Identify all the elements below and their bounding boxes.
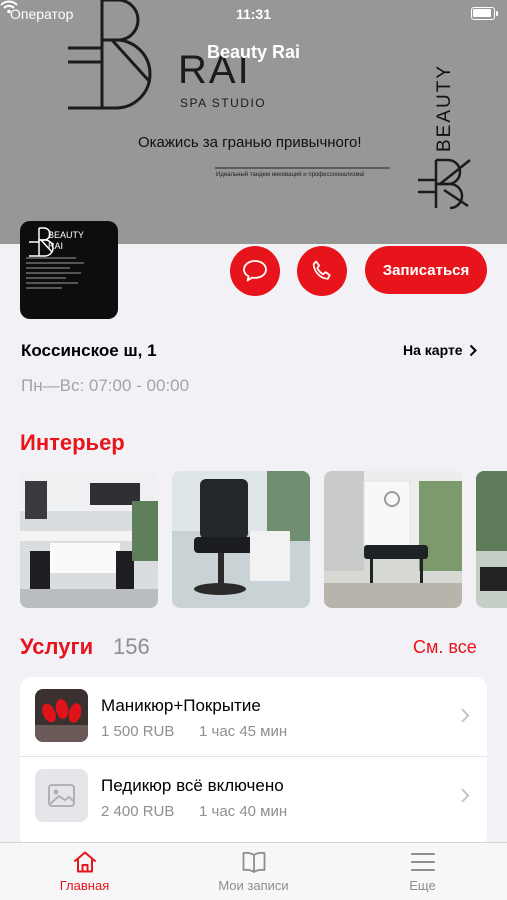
working-hours: Пн—Вс: 07:00 - 00:00 [21,376,190,395]
address-label: Коссинское ш, 1 [21,341,157,360]
status-time: 11:31 [235,6,272,22]
interior-photo[interactable] [172,471,310,608]
salon-logo: BEAUTY RAI [20,221,118,319]
page-title: Beauty Rai [206,42,301,62]
manicure-photo [35,689,88,742]
services-section-title: Услуги [20,634,94,659]
tab-more-label: Еще [409,878,436,893]
menu-icon [411,853,435,871]
book-appointment-button[interactable]: Записаться [365,246,487,294]
message-button[interactable] [230,246,280,296]
services-count: 156 [113,634,150,659]
tab-bar: Главная Мои записи Еще [0,842,507,900]
service-name: Маникюр+Покрытие [101,696,261,715]
chevron-right-icon [461,788,470,803]
service-duration: 1 час 45 мин [199,723,288,740]
service-duration: 1 час 40 мин [199,803,288,820]
interior-section-title: Интерьер [20,430,125,455]
call-button[interactable] [297,246,347,296]
interior-photo-image [20,471,158,608]
brand-vertical-text: BEAUTY [434,63,455,152]
service-price: 2 400 RUB [101,803,175,820]
book-icon [242,851,266,873]
interior-photo-image [476,471,507,608]
service-price: 1 500 RUB [101,723,175,740]
chat-bubble-icon [243,260,267,282]
interior-photo[interactable] [20,471,158,608]
brand-tagline: Идеальный тандем инноваций и профессиона… [216,172,365,178]
chevron-right-icon [461,708,470,723]
tab-my-bookings[interactable]: Мои записи [169,843,338,900]
tab-home-label: Главная [59,878,110,893]
service-item[interactable]: Педикюр всё включено 2 400 RUB 1 час 40 … [20,756,487,835]
tab-more[interactable]: Еще [338,843,507,900]
logo-fine-print [26,257,86,292]
logo-text: BEAUTY RAI [48,230,85,251]
home-icon [74,851,96,873]
interior-photo-image [172,471,310,608]
brand-slogan: Окажись за гранью привычного! [138,134,362,151]
open-map-link[interactable]: На карте [403,342,477,358]
tab-home[interactable]: Главная [0,843,169,900]
screen: RAI SPA STUDIO Окажись за гранью привычн… [0,0,507,900]
map-link-label: На карте [403,342,463,358]
interior-photo[interactable] [324,471,462,608]
see-all-services-link[interactable]: См. все [413,637,477,658]
phone-icon [312,260,331,280]
services-list: Маникюр+Покрытие 1 500 RUB 1 час 45 мин … [20,677,487,847]
interior-photo-image [324,471,462,608]
service-thumbnail-placeholder [35,769,88,822]
interior-gallery[interactable] [20,471,507,608]
service-name: Педикюр всё включено [101,776,284,795]
tab-my-bookings-label: Мои записи [218,878,289,893]
brand-subtitle: SPA STUDIO [180,96,267,110]
battery-icon [471,7,498,20]
status-bar: Оператор 11:31 [0,0,507,30]
interior-photo[interactable] [476,471,507,608]
service-item[interactable]: Маникюр+Покрытие 1 500 RUB 1 час 45 мин [20,677,487,756]
image-placeholder-icon [48,784,75,807]
service-thumbnail [35,689,88,742]
header-banner: RAI SPA STUDIO Окажись за гранью привычн… [0,0,507,244]
chevron-right-icon [469,344,477,356]
